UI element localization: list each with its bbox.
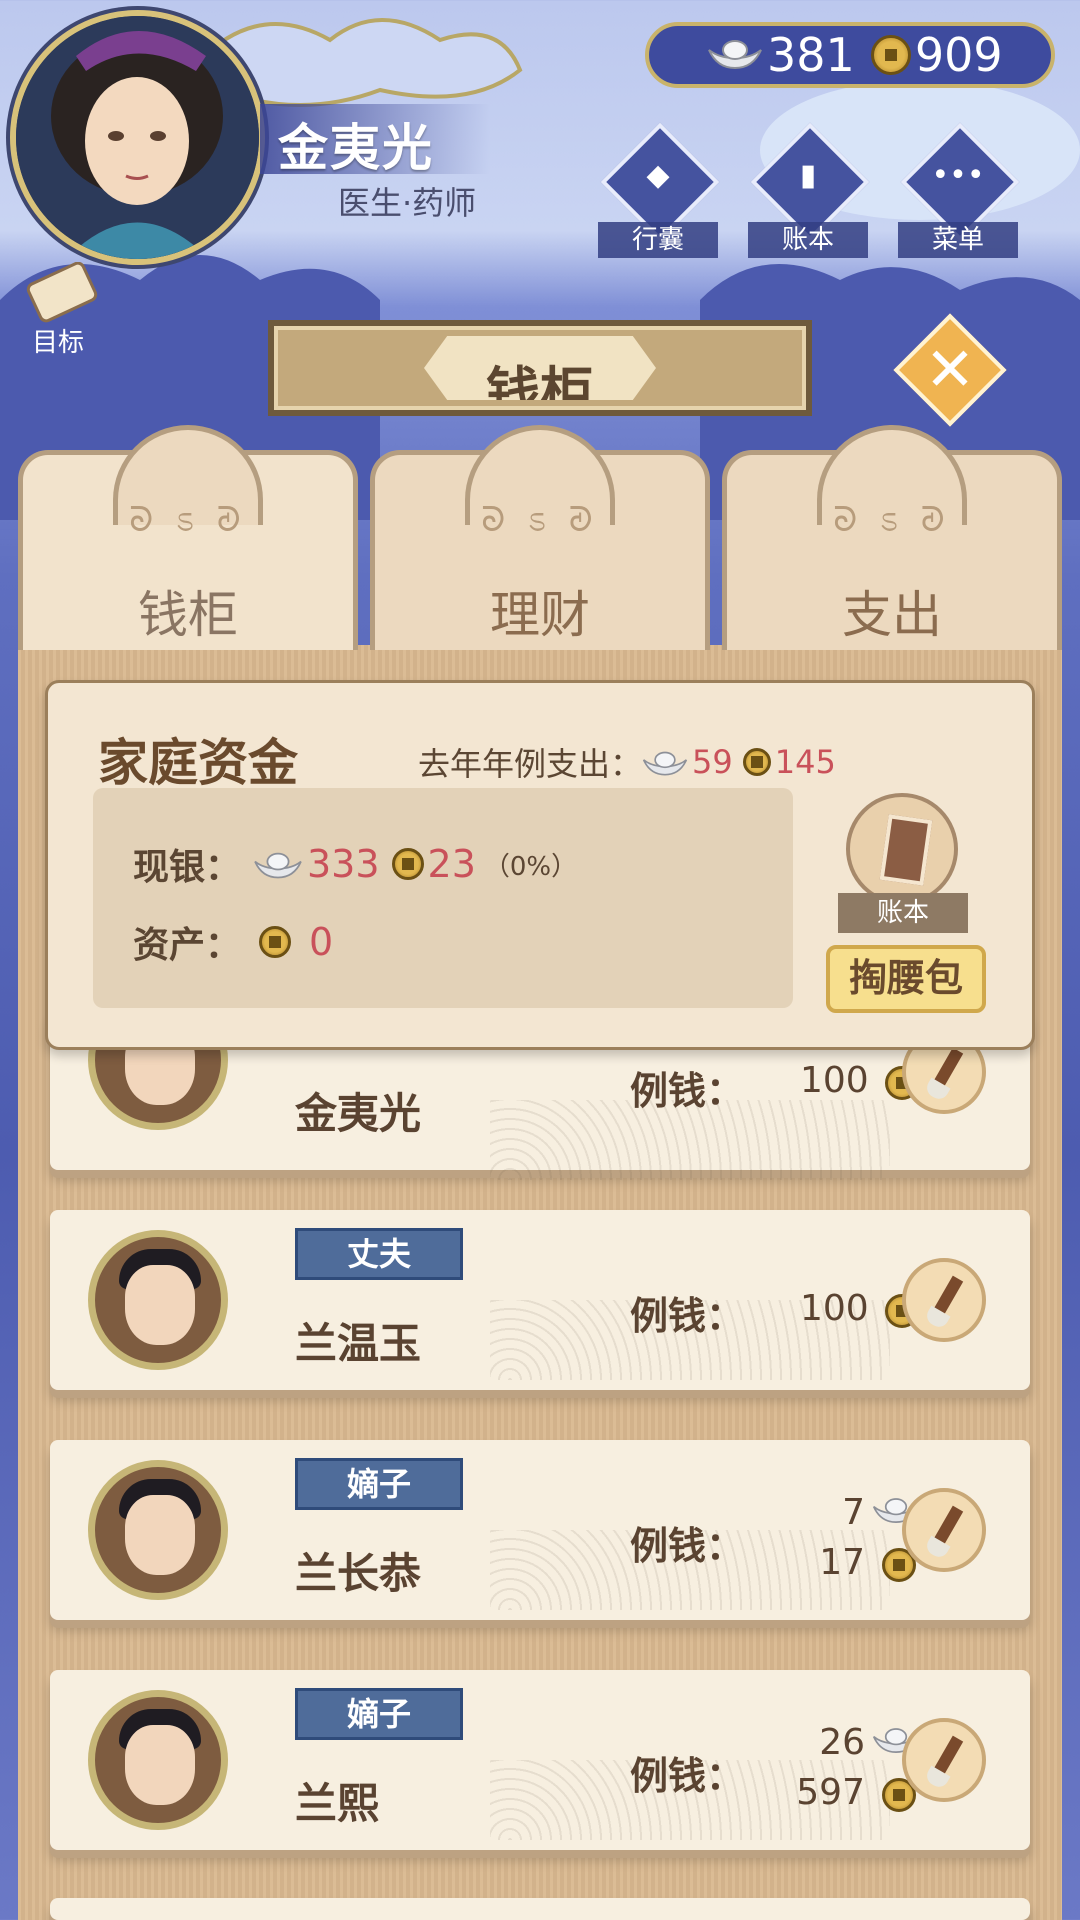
tab-label: 理财 xyxy=(490,586,590,644)
ledger-button[interactable]: ▮ 账本 xyxy=(748,122,870,270)
page-title-banner: 钱柜 xyxy=(268,320,812,416)
swirl-ornament-icon: ᘐ ಽ ᘑ xyxy=(833,500,951,540)
allowance-silver: 26 xyxy=(819,1722,865,1763)
silver-amount: 381 xyxy=(767,28,855,82)
allowance-coins: 17 xyxy=(819,1542,865,1583)
player-name: 金夷光 xyxy=(278,119,434,177)
silver-ingot-icon xyxy=(642,748,688,776)
cash-silver: 333 xyxy=(307,842,380,886)
allowance-label: 例钱： xyxy=(630,1069,745,1113)
bag-glyph: ◆ xyxy=(646,158,670,193)
assets-label: 资产： xyxy=(133,925,242,966)
member-portrait xyxy=(88,1230,228,1370)
tab-finance[interactable]: ᘐ ಽ ᘑ 理财 xyxy=(370,425,710,650)
pay-from-pocket-button[interactable]: 掏腰包 xyxy=(826,945,986,1013)
menu-button[interactable]: ••• 菜单 xyxy=(898,122,1020,270)
assets-row: 资产： 0 xyxy=(133,916,333,968)
silver-ingot-icon xyxy=(707,38,763,72)
bag-button[interactable]: ◆ 行囊 xyxy=(598,122,720,270)
title-plate: 钱柜 xyxy=(424,336,656,400)
member-name: 金夷光 xyxy=(295,1089,422,1138)
player-avatar[interactable] xyxy=(10,10,265,265)
last-year-label: 去年年例支出： xyxy=(418,745,643,783)
role-tag: 嫡子 xyxy=(295,1688,463,1740)
ledger-book-button[interactable] xyxy=(846,793,958,905)
last-year-expense: 去年年例支出： 59 145 xyxy=(418,739,836,785)
ledger-book-icon xyxy=(879,814,933,886)
page-title: 钱柜 xyxy=(486,361,594,424)
cash-percent: （0%） xyxy=(483,851,578,882)
member-name: 兰温玉 xyxy=(295,1319,422,1368)
close-icon: ✕ xyxy=(924,335,976,405)
edit-allowance-button[interactable] xyxy=(902,1718,986,1802)
member-row: 嫡子 兰长恭 例钱： 7 17 xyxy=(50,1440,1030,1620)
player-profession: 医生·药师 xyxy=(338,184,477,222)
copper-coin-icon xyxy=(742,748,771,776)
goal-label: 目标 xyxy=(32,328,85,358)
ledger-glyph: ▮ xyxy=(799,158,817,193)
fund-details: 现银： 333 23 （0%） 资产： 0 xyxy=(93,788,793,1008)
copper-coin-icon xyxy=(870,35,911,75)
ledger-book-label: 账本 xyxy=(838,893,968,933)
cash-coins: 23 xyxy=(427,842,476,886)
family-fund-card: 家庭资金 去年年例支出： 59 145 现银： 333 23 （0%） 资产： … xyxy=(45,680,1035,1050)
bag-label: 行囊 xyxy=(598,222,718,258)
menu-glyph: ••• xyxy=(931,158,985,193)
role-tag: 丈夫 xyxy=(295,1228,463,1280)
cash-label: 现银： xyxy=(133,847,242,888)
cash-row: 现银： 333 23 （0%） xyxy=(133,838,577,890)
edit-allowance-button[interactable] xyxy=(902,1258,986,1342)
copper-coin-icon xyxy=(259,926,291,958)
face xyxy=(125,1265,195,1345)
member-name: 兰熙 xyxy=(295,1779,380,1828)
currency-bar: 381 909 xyxy=(645,22,1055,88)
member-portrait xyxy=(88,1460,228,1600)
member-row: 嫡子 兰熙 例钱： 26 597 xyxy=(50,1670,1030,1850)
tab-label: 钱柜 xyxy=(138,586,238,644)
member-row-partial xyxy=(50,1898,1030,1920)
allowance-label: 例钱： xyxy=(630,1754,745,1798)
ledger-label: 账本 xyxy=(748,222,868,258)
member-row: 丈夫 兰温玉 例钱： 100 xyxy=(50,1210,1030,1390)
tab-expense[interactable]: ᘐ ಽ ᘑ 支出 xyxy=(722,425,1062,650)
allowance-label: 例钱： xyxy=(630,1294,745,1338)
menu-label: 菜单 xyxy=(898,222,1018,258)
edit-allowance-button[interactable] xyxy=(902,1488,986,1572)
assets-value: 0 xyxy=(309,920,334,964)
face xyxy=(125,1725,195,1805)
allowance-coins: 597 xyxy=(796,1772,865,1813)
goal-button[interactable]: 目标 xyxy=(12,261,122,358)
fund-title: 家庭资金 xyxy=(98,734,298,792)
silver-ingot-icon xyxy=(253,849,303,879)
last-year-silver: 59 xyxy=(692,743,733,781)
swirl-ornament-icon: ᘐ ಽ ᘑ xyxy=(481,500,599,540)
swirl-ornament-icon: ᘐ ಽ ᘑ xyxy=(129,500,247,540)
tab-treasury[interactable]: ᘐ ಽ ᘑ 钱柜 xyxy=(18,425,358,650)
player-portrait xyxy=(16,16,259,259)
tab-label: 支出 xyxy=(842,586,942,644)
allowance-label: 例钱： xyxy=(630,1524,745,1568)
allowance-coins: 100 xyxy=(800,1288,869,1329)
member-name: 兰长恭 xyxy=(295,1549,422,1598)
allowance-coins: 100 xyxy=(800,1060,869,1101)
role-tag: 嫡子 xyxy=(295,1458,463,1510)
member-portrait xyxy=(88,1690,228,1830)
coin-amount: 909 xyxy=(914,28,1003,82)
copper-coin-icon xyxy=(391,848,424,880)
allowance-silver: 7 xyxy=(842,1492,865,1533)
last-year-coins: 145 xyxy=(774,743,836,781)
face xyxy=(125,1495,195,1575)
